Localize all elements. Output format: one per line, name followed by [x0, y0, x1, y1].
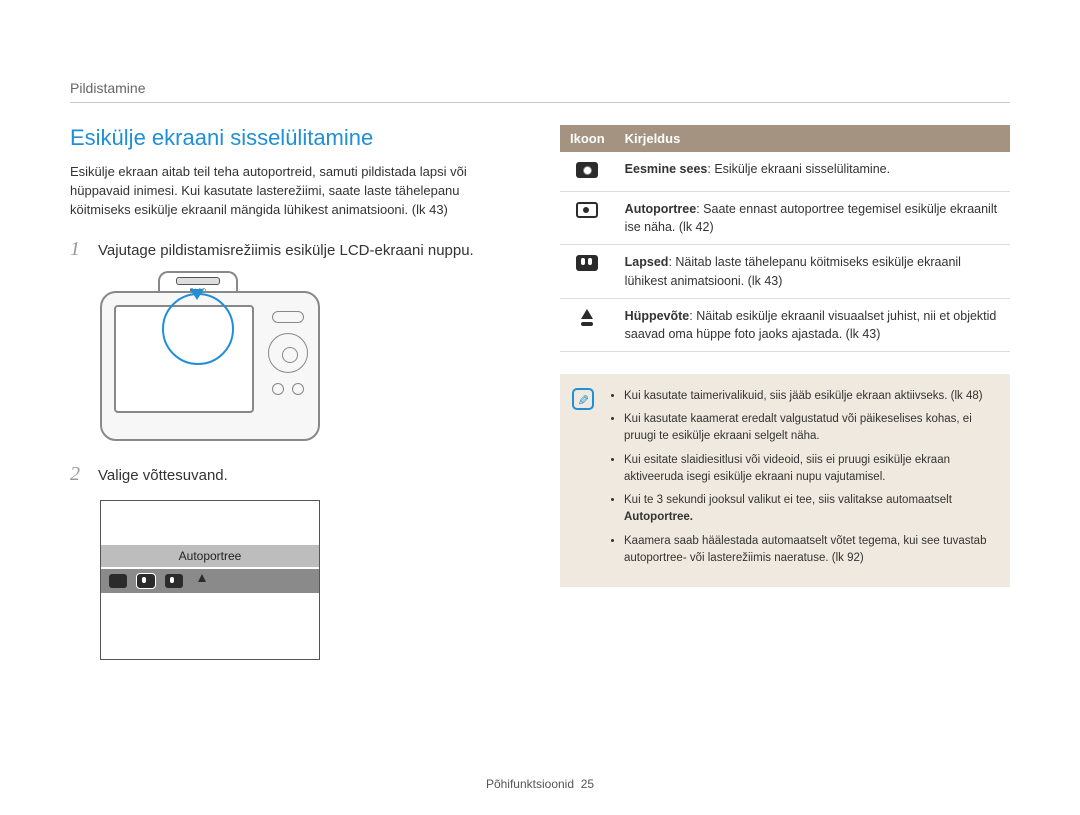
front-in-icon [109, 574, 127, 588]
step-2: 2 Valige võttesuvand. [70, 463, 520, 486]
front-in-icon [576, 162, 598, 178]
children-icon [576, 255, 598, 271]
note-item: Kui kasutate taimerivalikuid, siis jääb … [624, 388, 994, 405]
step-text: Valige võttesuvand. [98, 463, 228, 486]
selection-box: Autoportree [100, 500, 320, 660]
self-portrait-icon [137, 574, 155, 588]
camera-dpad [268, 333, 308, 373]
row-lead: Lapsed [625, 255, 669, 269]
page-title: Esikülje ekraani sisselülitamine [70, 125, 520, 151]
note-item: Kui esitate slaidiesitlusi või videoid, … [624, 452, 994, 487]
camera-small-button [292, 383, 304, 395]
step-number: 2 [70, 463, 88, 486]
breadcrumb: Pildistamine [70, 80, 1010, 103]
note-item: Kaamera saab häälestada automaatselt võt… [624, 533, 994, 568]
table-row: Hüppevõte: Näitab esikülje ekraanil visu… [560, 298, 1010, 351]
left-column: Esikülje ekraani sisselülitamine Esikülj… [70, 125, 520, 660]
table-head-icon: Ikoon [560, 125, 615, 152]
page-footer: Põhifunktsioonid 25 [0, 777, 1080, 791]
jump-shot-icon [193, 574, 211, 588]
selection-icon-row [101, 569, 319, 593]
arrow-down-icon [190, 289, 204, 300]
camera-illustration: F.LCD [100, 291, 340, 441]
row-lead: Autoportree [625, 202, 697, 216]
note-box: Kui kasutate taimerivalikuid, siis jääb … [560, 374, 1010, 587]
camera-buttons [268, 311, 308, 395]
step-number: 1 [70, 238, 88, 261]
intro-text: Esikülje ekraan aitab teil teha autoport… [70, 163, 520, 220]
table-row: Lapsed: Näitab laste tähelepanu köitmise… [560, 245, 1010, 298]
table-head-desc: Kirjeldus [615, 125, 1010, 152]
table-row: Autoportree: Saate ennast autoportree te… [560, 192, 1010, 245]
children-icon [165, 574, 183, 588]
note-icon [572, 388, 594, 410]
row-desc: : Esikülje ekraani sisselülitamine. [707, 162, 890, 176]
row-desc: : Näitab laste tähelepanu köitmiseks esi… [625, 255, 961, 287]
highlight-ring [162, 293, 234, 365]
camera-pill-button [272, 311, 304, 323]
right-column: Ikoon Kirjeldus Eesmine sees: Esikülje e… [560, 125, 1010, 660]
description-table: Ikoon Kirjeldus Eesmine sees: Esikülje e… [560, 125, 1010, 352]
selection-label: Autoportree [101, 545, 319, 567]
step-text: Vajutage pildistamisrežiimis esikülje LC… [98, 238, 474, 261]
self-portrait-icon [576, 202, 598, 218]
step-1: 1 Vajutage pildistamisrežiimis esikülje … [70, 238, 520, 261]
flcd-button [176, 277, 220, 285]
camera-small-button [272, 383, 284, 395]
note-item: Kui te 3 sekundi jooksul valikut ei tee,… [624, 492, 994, 527]
row-lead: Hüppevõte [625, 309, 690, 323]
note-item: Kui kasutate kaamerat eredalt valgustatu… [624, 411, 994, 446]
jump-shot-icon [577, 309, 597, 329]
row-lead: Eesmine sees [625, 162, 708, 176]
footer-page: 25 [581, 777, 594, 791]
footer-label: Põhifunktsioonid [486, 777, 574, 791]
table-row: Eesmine sees: Esikülje ekraani sisselüli… [560, 152, 1010, 192]
